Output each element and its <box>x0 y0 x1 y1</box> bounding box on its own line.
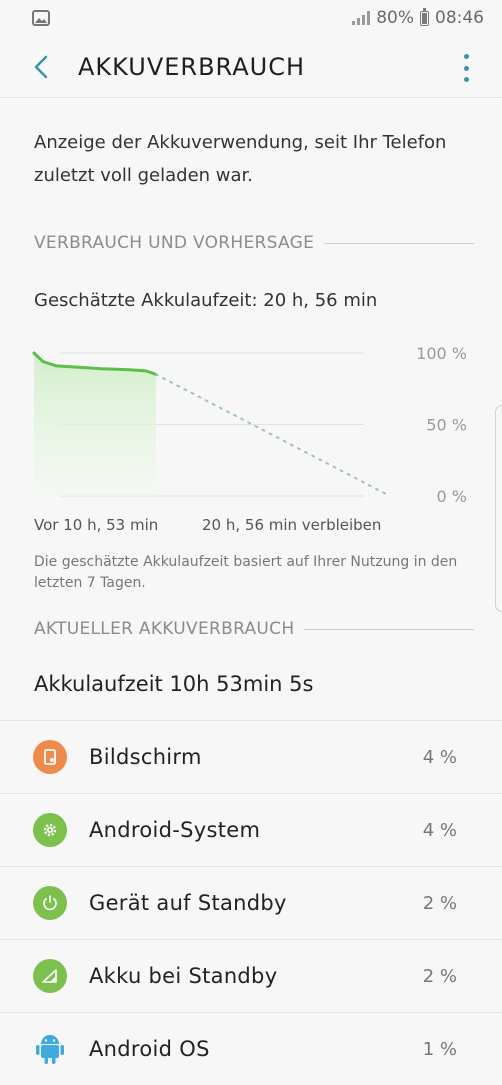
estimated-battery-time: Geschätzte Akkulaufzeit: 20 h, 56 min <box>34 290 378 311</box>
usage-row[interactable]: Android-System 4 % <box>0 793 502 866</box>
battery-percent: 80% <box>376 8 414 28</box>
battery-chart-svg: 100 % 50 % 0 % <box>32 344 467 506</box>
usage-value: 2 % <box>422 892 457 914</box>
chart-y-tick-label: 100 % <box>416 344 467 363</box>
intro-text: Anzeige der Akkuverwendung, seit Ihr Tel… <box>34 132 447 186</box>
edge-panel-handle[interactable] <box>495 405 502 612</box>
usage-value: 1 % <box>422 1038 457 1060</box>
usage-label: Gerät auf Standby <box>89 891 287 915</box>
chart-forecast-line <box>155 373 391 497</box>
app-bar: AKKUVERBRAUCH <box>0 36 502 98</box>
usage-label: Android OS <box>89 1037 210 1061</box>
usage-row[interactable]: Android OS 1 % <box>0 1012 502 1085</box>
battery-chart: 100 % 50 % 0 % Vor 10 h, 53 min 20 h, 56 m… <box>0 330 502 534</box>
battery-icon <box>420 7 429 26</box>
usage-label: Android-System <box>89 818 261 842</box>
power-icon <box>33 886 67 920</box>
chart-area-fill <box>34 353 157 496</box>
section-heading-forecast: VERBRAUCH UND VORHERSAGE <box>34 233 474 253</box>
usage-label: Akku bei Standby <box>89 964 278 988</box>
back-arrow-icon <box>34 55 48 78</box>
usage-row[interactable]: Akku bei Standby 2 % <box>0 939 502 1012</box>
gallery-notification-icon <box>32 10 50 26</box>
usage-list: Bildschirm 4 % Android-System 4 % Gerät auf … <box>0 720 502 1085</box>
section-heading-label: VERBRAUCH UND VORHERSAGE <box>34 233 315 253</box>
estimate-note: Die geschätzte Akkulaufzeit basiert auf … <box>34 554 458 591</box>
android-robot-icon <box>33 1032 67 1066</box>
more-options-button[interactable] <box>460 54 472 82</box>
divider <box>324 242 474 244</box>
signal-icon <box>352 11 371 25</box>
chart-start-label: Vor 10 h, 53 min <box>34 516 159 534</box>
gear-icon <box>33 813 67 847</box>
usage-value: 2 % <box>422 965 457 987</box>
clock: 08:46 <box>435 8 484 28</box>
more-dot-icon <box>463 54 469 59</box>
cell-signal-icon <box>33 959 67 993</box>
usage-label: Bildschirm <box>89 745 202 769</box>
usage-value: 4 % <box>422 746 457 768</box>
battery-runtime: Akkulaufzeit 10h 53min 5s <box>34 672 314 696</box>
more-dot-icon <box>463 77 469 82</box>
status-bar: 80% 08:46 <box>0 0 502 36</box>
page-title: AKKUVERBRAUCH <box>78 52 306 81</box>
chart-y-tick-label: 50 % <box>426 416 467 435</box>
section-heading-label: AKTUELLER AKKUVERBRAUCH <box>34 619 295 639</box>
chart-end-label: 20 h, 56 min verbleiben <box>202 516 382 534</box>
usage-value: 4 % <box>422 819 457 841</box>
screen-brightness-icon <box>33 740 67 774</box>
back-button[interactable] <box>22 48 60 86</box>
chart-y-tick-label: 0 % <box>437 487 467 506</box>
divider <box>304 628 474 630</box>
usage-row[interactable]: Gerät auf Standby 2 % <box>0 866 502 939</box>
usage-row[interactable]: Bildschirm 4 % <box>0 720 502 793</box>
more-dot-icon <box>463 65 469 71</box>
section-heading-current: AKTUELLER AKKUVERBRAUCH <box>34 619 474 639</box>
